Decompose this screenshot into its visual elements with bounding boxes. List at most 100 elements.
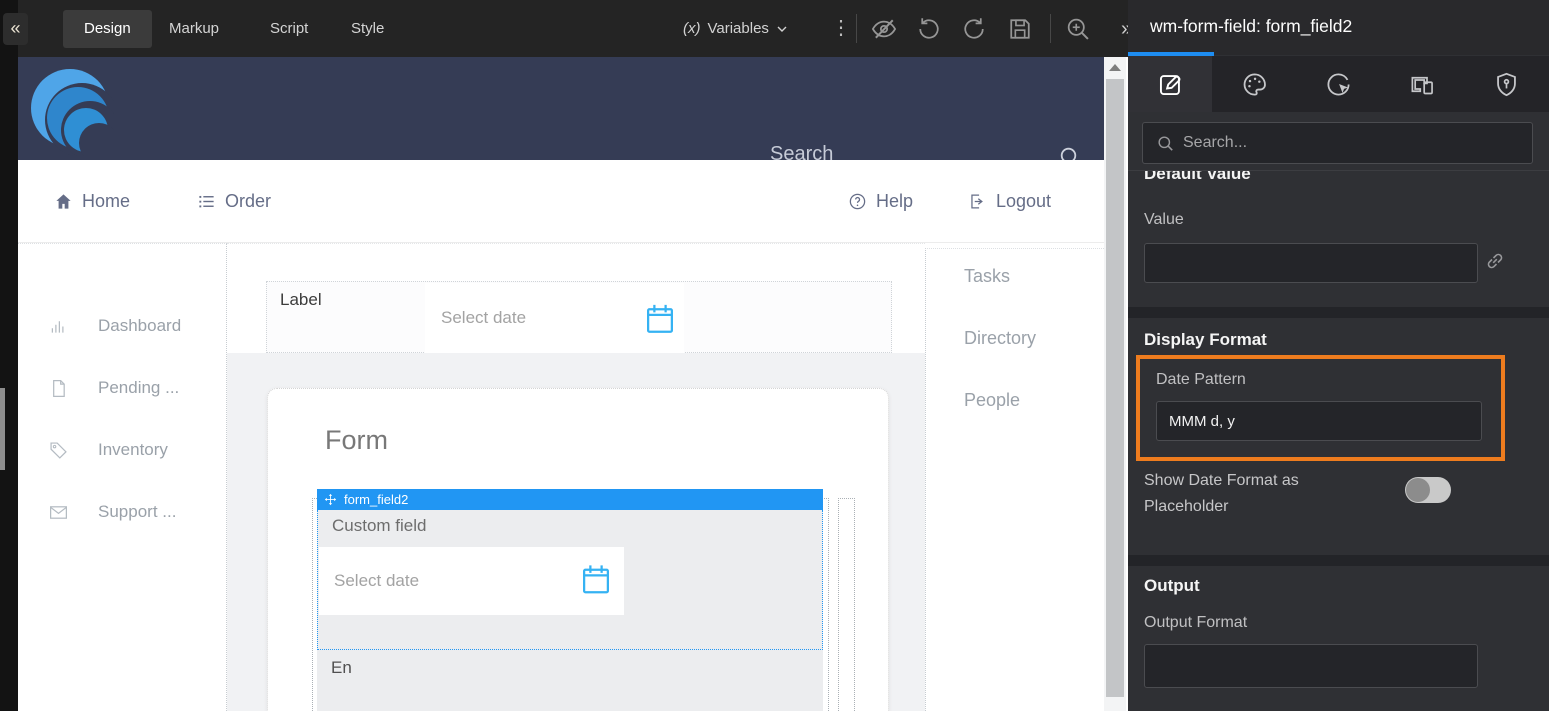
canvas-left-sidebar: Dashboard Pending ... Inventory Support … (18, 243, 227, 711)
selected-widget-title: wm-form-field: form_field2 (1150, 0, 1352, 52)
nav-item-label: Home (82, 191, 130, 212)
section-divider (1128, 307, 1549, 318)
selected-widget-handle[interactable]: form_field2 (317, 489, 823, 510)
canvas-app-header: wavemaker Search (18, 57, 1104, 160)
devices-icon (1409, 71, 1436, 98)
date-placeholder: Select date (441, 308, 526, 328)
form-empty-column-outline (838, 498, 855, 711)
nav-item-logout[interactable]: Logout (968, 160, 1051, 242)
default-value-input[interactable] (1144, 243, 1478, 283)
list-item-directory[interactable]: Directory (964, 328, 1036, 349)
wavemaker-logo-icon (30, 64, 114, 156)
field-label: En (331, 658, 352, 678)
tab-style[interactable]: Style (351, 10, 384, 48)
tab-styles[interactable] (1212, 56, 1296, 112)
chevron-down-icon (776, 23, 788, 35)
tab-devices[interactable] (1381, 56, 1465, 112)
show-date-format-toggle[interactable] (1405, 477, 1451, 503)
date-widget-label-row[interactable]: Label Select date (266, 281, 892, 353)
nav-item-label: Order (225, 191, 271, 212)
tab-script[interactable]: Script (270, 10, 308, 48)
form-title: Form (325, 425, 388, 456)
field-date-picker-input[interactable]: Select date (319, 547, 624, 615)
tab-security[interactable] (1465, 56, 1549, 112)
date-picker-input[interactable]: Select date (425, 283, 684, 353)
properties-search-input[interactable] (1183, 124, 1523, 162)
nav-item-label: Logout (996, 191, 1051, 212)
section-output: Output Output Format (1128, 566, 1549, 711)
collapse-panel-button[interactable]: « (3, 13, 28, 45)
bind-link-icon[interactable] (1483, 249, 1507, 273)
left-collapsed-strip (0, 0, 18, 711)
next-form-field[interactable]: En (317, 650, 823, 711)
bar-chart-icon (48, 316, 69, 337)
canvas-right-list: Tasks Directory People (925, 248, 1104, 711)
value-label: Value (1144, 211, 1184, 229)
sidebar-item-pending[interactable]: Pending ... (18, 375, 226, 401)
scrollbar-thumb[interactable] (1106, 79, 1124, 697)
sidebar-item-dashboard[interactable]: Dashboard (18, 313, 226, 339)
edit-icon (1157, 71, 1184, 98)
zoom-in-icon[interactable] (1064, 15, 1092, 43)
properties-panel-header: wm-form-field: form_field2 (1128, 0, 1549, 55)
canvas-scrollbar (1104, 57, 1126, 711)
widget-label: Label (280, 290, 322, 310)
nav-item-home[interactable]: Home (54, 160, 130, 242)
variables-dropdown[interactable]: (x) Variables (683, 0, 788, 57)
properties-search-box (1142, 122, 1533, 164)
toolbar-divider (856, 14, 857, 43)
variables-label: Variables (708, 20, 769, 37)
redo-icon[interactable] (960, 15, 988, 43)
sidebar-item-label: Dashboard (98, 316, 181, 336)
help-icon (848, 192, 867, 211)
top-toolbar: Design Markup Script Style (x) Variables… (18, 0, 1128, 57)
list-item-tasks[interactable]: Tasks (964, 266, 1010, 287)
nav-item-order[interactable]: Order (197, 160, 271, 242)
date-pattern-label: Date Pattern (1156, 371, 1246, 389)
calendar-icon[interactable] (581, 558, 611, 599)
calendar-icon[interactable] (645, 300, 675, 336)
section-heading-clipped: Default Value (1144, 171, 1251, 185)
document-icon (48, 378, 69, 399)
sidebar-item-support[interactable]: Support ... (18, 499, 226, 525)
toolbar-divider (1050, 14, 1051, 43)
palette-icon (1241, 71, 1268, 98)
preview-visibility-off-icon[interactable] (870, 15, 898, 43)
section-display-format: Display Format Date Pattern Show Date Fo… (1128, 318, 1549, 555)
move-icon (324, 493, 337, 506)
variables-x-icon: (x) (683, 20, 701, 37)
field-label: Custom field (332, 516, 426, 536)
output-format-input[interactable] (1144, 644, 1478, 688)
tab-events[interactable] (1296, 56, 1380, 112)
wavemaker-ide: « Design Markup Script Style (x) Variabl… (0, 0, 1549, 711)
form-widget-card[interactable]: Form form_field2 Custom field Select dat… (267, 388, 889, 711)
search-icon (1156, 134, 1175, 153)
date-pattern-input[interactable] (1156, 401, 1482, 441)
date-placeholder: Select date (334, 571, 419, 591)
selected-widget-name: form_field2 (344, 492, 408, 507)
tab-markup[interactable]: Markup (169, 10, 219, 48)
logout-icon (968, 192, 987, 211)
highlight-annotation-box: Date Pattern (1136, 355, 1505, 461)
selected-form-field[interactable]: Custom field Select date (317, 510, 823, 650)
list-item-people[interactable]: People (964, 390, 1020, 411)
save-icon[interactable] (1006, 15, 1034, 43)
sidebar-item-label: Inventory (98, 440, 168, 460)
tab-properties[interactable] (1128, 56, 1212, 112)
tag-icon (48, 440, 69, 461)
more-options-icon[interactable]: ⋮ (831, 14, 851, 42)
section-divider (1128, 555, 1549, 566)
output-format-label: Output Format (1144, 614, 1247, 632)
display-format-heading: Display Format (1144, 330, 1267, 350)
nav-item-label: Help (876, 191, 913, 212)
pointer-circle-icon (1325, 71, 1352, 98)
undo-icon[interactable] (915, 15, 943, 43)
tab-design[interactable]: Design (63, 10, 152, 48)
left-strip-scroll-handle[interactable] (0, 388, 5, 470)
sidebar-item-inventory[interactable]: Inventory (18, 437, 226, 463)
scrollbar-up-arrow[interactable] (1104, 57, 1126, 77)
nav-item-help[interactable]: Help (848, 160, 913, 242)
list-icon (197, 192, 216, 211)
shield-key-icon (1493, 71, 1520, 98)
home-icon (54, 192, 73, 211)
